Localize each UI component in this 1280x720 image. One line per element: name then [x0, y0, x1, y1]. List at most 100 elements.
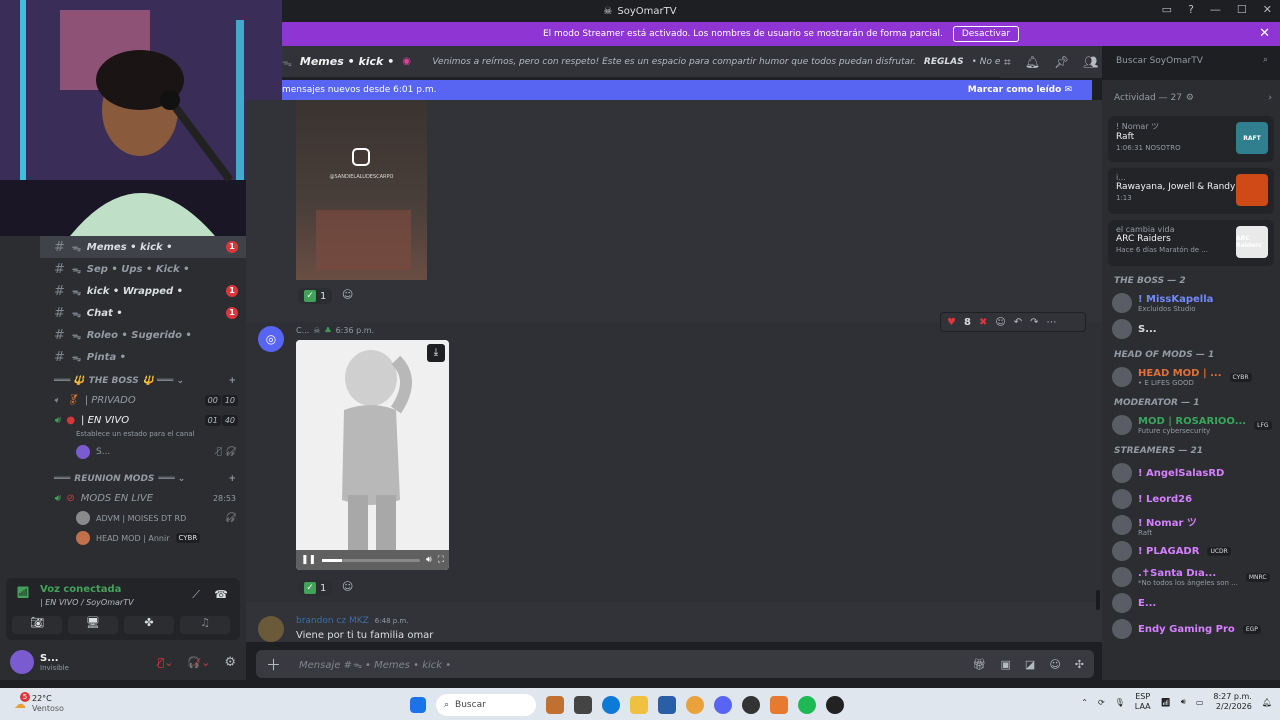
message-author[interactable]: C... [296, 326, 309, 335]
gif-icon[interactable]: ▣ [1001, 658, 1011, 671]
edge-icon[interactable] [602, 696, 620, 714]
voice-channel-path[interactable]: | EN VIVO / SoyOmarTV [40, 598, 134, 607]
language-indicator[interactable]: ESP LAA [1135, 692, 1151, 712]
voice-member[interactable]: S... 🎙̸ 🎧̸ [40, 442, 246, 462]
voice-channel-mods-en-live[interactable]: 🔊︎ ⊘ MODS EN LIVE 28:53 [40, 488, 246, 508]
emoji-icon[interactable]: ☺ [1049, 658, 1060, 671]
chat-scrollbar[interactable] [1096, 590, 1100, 610]
activity-card[interactable]: el cambia vida ARC Raiders Hace 6 días Mar… [1108, 220, 1274, 266]
reaction-check[interactable]: ✓ 1 [298, 580, 333, 596]
activity-header[interactable]: Actividad — 27 ⚙ › [1102, 80, 1280, 116]
search-input[interactable]: Buscar SoyOmarTV ⌕ [1108, 52, 1274, 72]
widgets-icon[interactable] [546, 696, 564, 714]
voice-channel-en-vivo[interactable]: 🔊︎ ● | EN VIVO 01 40 [40, 410, 246, 430]
channel-item[interactable]: # ᯓ kick • Wrapped • 1 [40, 280, 246, 302]
member-item[interactable]: HEAD MOD | ... • E LIFES GOOD CYBR [1102, 364, 1280, 390]
reaction-check[interactable]: ✓ 1 [298, 288, 333, 304]
notification-bell-icon[interactable]: 🔔︎ [1262, 698, 1272, 707]
disconnect-icon[interactable]: ☎ [214, 588, 228, 601]
close-window-button[interactable]: ✕ [1263, 3, 1272, 16]
channel-item[interactable]: # ᯓ Roleo • Sugerido • [40, 324, 246, 346]
message-composer[interactable]: ＋ Mensaje #ᯓ • Memes • kick • 🎁︎ ▣ ◪ ☺ ✣ [256, 650, 1094, 678]
voice-status[interactable]: Voz conectada [40, 584, 121, 595]
add-reaction-icon[interactable]: ☺ [342, 580, 353, 593]
x-reaction-icon[interactable]: ✖ [979, 317, 987, 328]
deafen-icon[interactable]: 🎧̸⌄ [187, 656, 210, 669]
inbox-icon[interactable]: ▭ [1162, 3, 1172, 16]
battery-icon[interactable]: ▭ [1196, 698, 1204, 707]
member-item[interactable]: ! PLAGADR UCDR [1102, 538, 1280, 564]
channel-item[interactable]: # ᯓ Pinta • [40, 346, 246, 368]
weather-widget[interactable]: ☁ 22°C Ventoso [0, 694, 200, 714]
noise-suppression-icon[interactable]: ⟋ [192, 588, 200, 602]
channel-item[interactable]: # ᯓ Chat • 1 [40, 302, 246, 324]
maximize-button[interactable]: ☐ [1237, 3, 1247, 16]
channel-status-hint[interactable]: Establece un estado para el canal [40, 430, 246, 442]
member-item[interactable]: ! AngelSalasRD [1102, 460, 1280, 486]
category-reunion-mods[interactable]: ═══ REUNION MODS ═══ ⌄ + [40, 470, 246, 488]
activities-button[interactable]: ✤ [124, 616, 174, 634]
channel-item[interactable]: # ᯓ Memes • kick • 1 [40, 236, 246, 258]
disable-streamer-button[interactable]: Desactivar [952, 26, 1020, 42]
voice-channel-privado[interactable]: 🔈︎ 🏅︎ | PRIVADO 00 10 [40, 390, 246, 410]
download-icon[interactable]: ⤓ [427, 344, 445, 362]
member-item[interactable]: .✝Santa Dıa... *No todos los ángeles son … [1102, 564, 1280, 590]
member-item[interactable]: ! MissKapella Excluidos Studio [1102, 290, 1280, 316]
volume-tray-icon[interactable]: 🔊︎ [1181, 697, 1186, 707]
clock[interactable]: 8:27 p.m. 2/2/2026 [1213, 692, 1251, 712]
help-icon[interactable]: ? [1188, 3, 1194, 16]
settings-gear-icon[interactable]: ⚙ [224, 655, 236, 670]
discord-icon[interactable] [714, 696, 732, 714]
forward-icon[interactable]: ↷ [1030, 317, 1038, 328]
tray-sync-icon[interactable]: ⟳ [1098, 698, 1105, 707]
voice-member[interactable]: ADVM | MOISES DT RD 🎧̸ [40, 508, 246, 528]
camera-off-button[interactable]: 📷︎ [12, 616, 62, 634]
member-item[interactable]: ! Leord26 [1102, 486, 1280, 512]
video-progress[interactable] [322, 558, 421, 562]
steam-icon[interactable] [826, 696, 844, 714]
more-icon[interactable]: ⋯ [1047, 317, 1057, 328]
attach-icon[interactable]: ＋ [266, 654, 281, 675]
discord-avatar-icon[interactable]: ◎ [258, 326, 284, 352]
screen-share-button[interactable]: 🖥︎ [68, 616, 118, 634]
pin-icon[interactable]: 📌︎ [1054, 55, 1069, 69]
reply-icon[interactable]: ↶ [1014, 317, 1022, 328]
add-reaction-icon[interactable]: ☺ [995, 317, 1005, 328]
member-item[interactable]: E... [1102, 590, 1280, 616]
taskbar-search[interactable]: ⌕ Buscar [436, 694, 536, 716]
tray-mic-icon[interactable]: 🎙︎ [1115, 698, 1125, 707]
video-player[interactable]: ⤓ ❚❚ 🔊︎ ⛶ [296, 340, 449, 570]
member-item[interactable]: MOD | ROSARIOO... Future cybersecurity LFG [1102, 412, 1280, 438]
activity-card[interactable]: i... Rawayana, Jowell & Randy 1:13 [1108, 168, 1274, 214]
store-icon[interactable] [658, 696, 676, 714]
activity-card[interactable]: ! Nomar ツ Raft 1:06:31 NOSOTRO RAFT [1108, 116, 1274, 162]
apps-icon[interactable]: ✣ [1075, 658, 1084, 671]
add-reaction-icon[interactable]: ☺ [342, 288, 353, 301]
app-icon[interactable] [770, 696, 788, 714]
threads-icon[interactable]: ⌗ [1004, 55, 1011, 70]
bell-icon[interactable]: 🔔︎ [1025, 55, 1040, 69]
fullscreen-icon[interactable]: ⛶ [438, 555, 444, 565]
member-item[interactable]: Endy Gaming Pro EGP [1102, 616, 1280, 642]
category-the-boss[interactable]: ═══ 🔱 THE BOSS 🔱 ═══ ⌄ + [40, 372, 246, 390]
chrome-icon[interactable] [686, 696, 704, 714]
volume-icon[interactable]: 🔊︎ [426, 555, 432, 565]
members-icon[interactable]: 👥︎ [1083, 55, 1098, 69]
mute-mic-icon[interactable]: 🎙̸⌄ [158, 656, 174, 669]
channel-item[interactable]: # ᯓ Sep • Ups • Kick • [40, 258, 246, 280]
soundboard-button[interactable]: ♫ [180, 616, 230, 634]
gift-icon[interactable]: 🎁︎ [973, 658, 987, 671]
mark-as-read-button[interactable]: Marcar como leído ✉ [968, 85, 1072, 95]
spotify-icon[interactable] [798, 696, 816, 714]
voice-member[interactable]: HEAD MOD | Annir CYBR [40, 528, 246, 548]
heart-reaction-icon[interactable]: ♥ [947, 317, 956, 328]
folder-icon[interactable] [630, 696, 648, 714]
terminal-icon[interactable] [574, 696, 592, 714]
message-author[interactable]: brandon cz MKZ [296, 616, 369, 626]
pause-icon[interactable]: ❚❚ [301, 555, 316, 565]
start-icon[interactable] [410, 697, 426, 713]
wifi-icon[interactable]: 📶︎ [1161, 698, 1171, 707]
minimize-button[interactable]: — [1210, 3, 1221, 16]
tray-chevron-icon[interactable]: ⌃ [1081, 698, 1088, 707]
member-item[interactable]: S... [1102, 316, 1280, 342]
